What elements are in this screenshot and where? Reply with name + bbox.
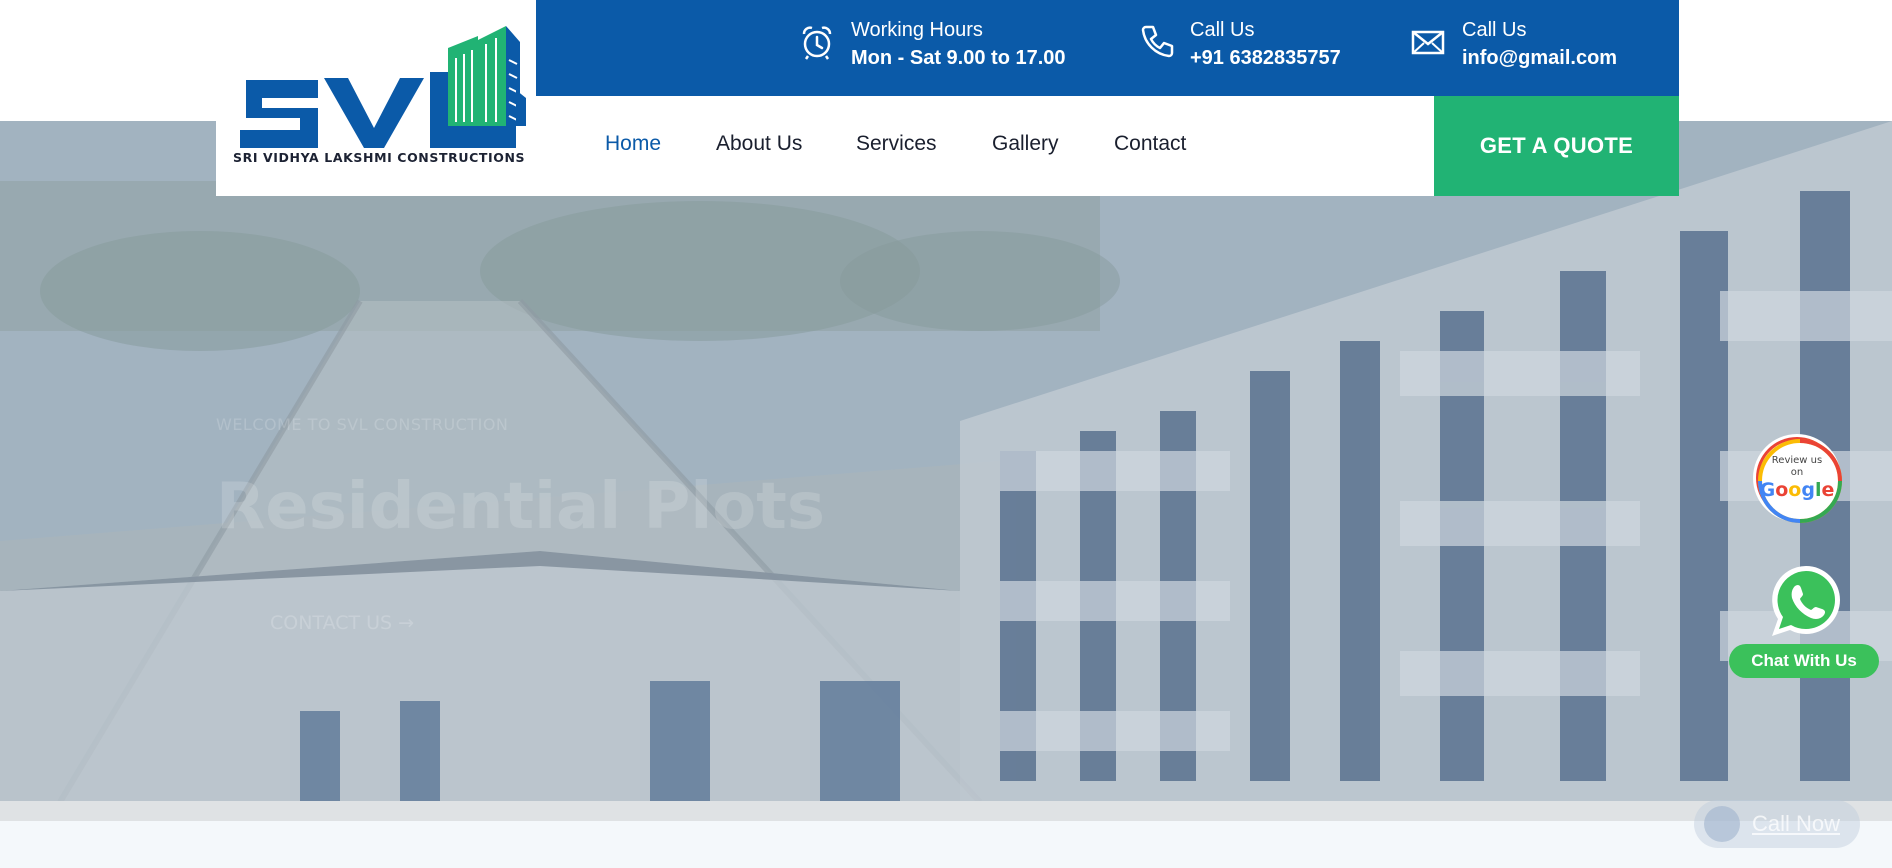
call-now-button[interactable]: Call Now xyxy=(1694,800,1860,848)
get-a-quote-button[interactable]: GET A QUOTE xyxy=(1434,96,1679,196)
hero-overlay xyxy=(0,121,1892,802)
logo[interactable]: SRI VIDHYA LAKSHMI CONSTRUCTIONS xyxy=(216,0,536,196)
chat-with-us-button[interactable]: Chat With Us xyxy=(1729,644,1879,678)
envelope-icon xyxy=(1411,30,1445,55)
nav-item-about-us[interactable]: About Us xyxy=(716,132,802,156)
phone-value[interactable]: +91 6382835757 xyxy=(1190,44,1341,72)
hero-banner xyxy=(0,121,1892,802)
logo-tagline: SRI VIDHYA LAKSHMI CONSTRUCTIONS xyxy=(233,150,526,165)
nav-item-gallery[interactable]: Gallery xyxy=(992,132,1059,156)
page-section-below-hero xyxy=(0,821,1892,868)
working-hours-value: Mon - Sat 9.00 to 17.00 xyxy=(851,47,1066,69)
email-value[interactable]: info@gmail.com xyxy=(1462,44,1617,72)
working-hours-label: Working Hours xyxy=(851,19,983,41)
hero-bottom-strip xyxy=(0,801,1892,821)
hero-contact-link[interactable]: CONTACT US → xyxy=(270,612,414,634)
top-info-bar: Working Hours Mon - Sat 9.00 to 17.00 Ca… xyxy=(536,0,1679,96)
logo-mark-icon xyxy=(240,26,526,148)
google-wordmark: Google xyxy=(1759,479,1835,501)
nav-item-services[interactable]: Services xyxy=(856,132,937,156)
google-review-line2: on xyxy=(1790,467,1804,478)
phone-info[interactable]: Call Us +91 6382835757 xyxy=(1136,16,1341,72)
google-review-badge[interactable]: Review us on Google xyxy=(1753,434,1842,523)
email-info[interactable]: Call Us info@gmail.com xyxy=(1408,16,1617,72)
working-hours-info: Working Hours Mon - Sat 9.00 to 17.00 xyxy=(797,16,1066,72)
call-now-phone-icon xyxy=(1704,806,1740,842)
nav-item-contact[interactable]: Contact xyxy=(1114,132,1186,156)
phone-icon xyxy=(1141,25,1174,58)
hero-kicker: WELCOME TO SVL CONSTRUCTION xyxy=(216,415,509,434)
call-now-label: Call Now xyxy=(1752,811,1841,836)
alarm-clock-icon xyxy=(802,26,832,60)
nav-item-home[interactable]: Home xyxy=(605,132,661,156)
google-review-line1: Review us xyxy=(1771,455,1823,466)
main-navigation: Home About Us Services Gallery Contact xyxy=(536,96,1434,196)
email-label: Call Us xyxy=(1462,19,1527,41)
whatsapp-icon[interactable] xyxy=(1766,562,1846,642)
phone-label: Call Us xyxy=(1190,19,1255,41)
hero-title: Residential Plots xyxy=(216,470,825,544)
